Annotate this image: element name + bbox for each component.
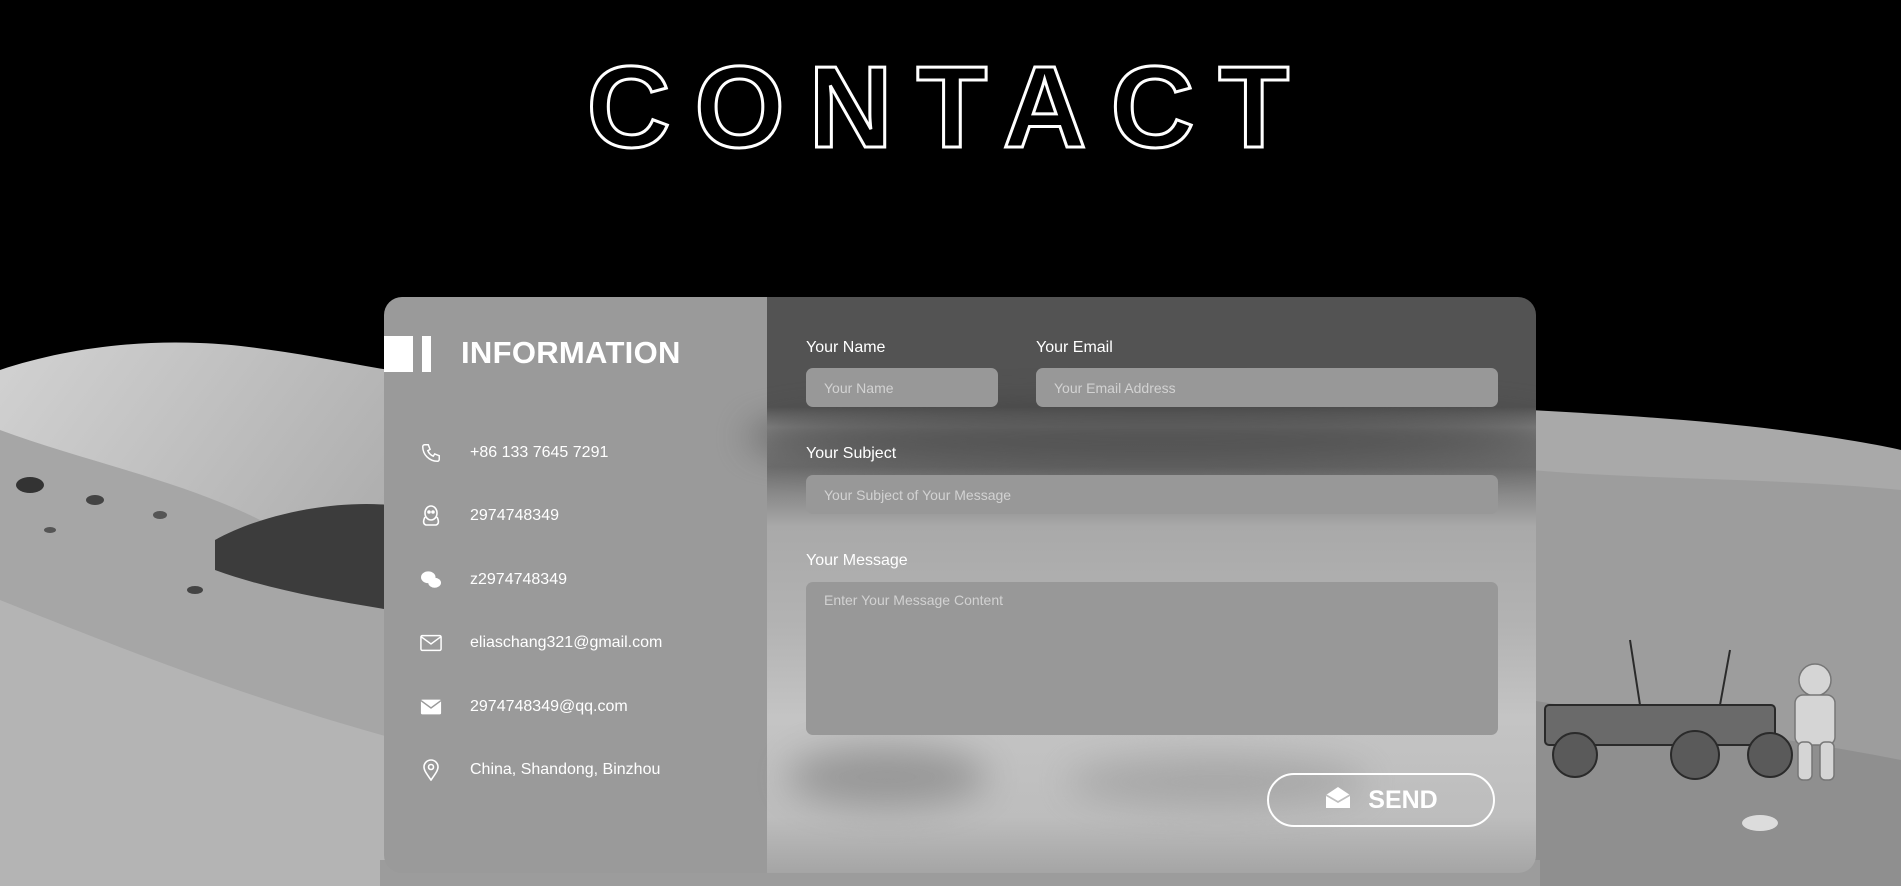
info-item-text: z2974748349 <box>470 571 567 588</box>
page-title: CONTACT <box>585 55 1313 155</box>
send-button[interactable]: SEND <box>1267 773 1495 827</box>
info-item-phone: +86 133 7645 7291 <box>418 439 748 467</box>
info-item-qq-email: 2974748349@qq.com <box>418 693 748 721</box>
mail-filled-icon <box>418 694 444 720</box>
heading-bar-mark <box>384 336 413 372</box>
mail-outline-icon <box>418 630 444 656</box>
info-item-text: 2974748349 <box>470 507 559 524</box>
email-input[interactable] <box>1036 368 1498 407</box>
name-input[interactable] <box>806 368 998 407</box>
info-item-email: eliaschang321@gmail.com <box>418 629 748 657</box>
info-item-text: +86 133 7645 7291 <box>470 444 609 461</box>
qq-icon <box>418 503 444 529</box>
information-panel: INFORMATION +86 133 7645 7291 2974748349 <box>384 297 767 873</box>
send-button-label: SEND <box>1368 785 1438 814</box>
email-label: Your Email <box>1036 339 1113 356</box>
message-textarea[interactable] <box>806 582 1498 735</box>
info-item-text: 2974748349@qq.com <box>470 698 628 715</box>
name-label: Your Name <box>806 339 886 356</box>
subject-label: Your Subject <box>806 445 897 462</box>
mail-open-icon <box>1324 785 1352 816</box>
info-item-text: eliaschang321@gmail.com <box>470 634 663 651</box>
blur-shape <box>787 747 987 807</box>
info-item-qq: 2974748349 <box>418 502 748 530</box>
info-item-text: China, Shandong, Binzhou <box>470 761 661 778</box>
location-pin-icon <box>418 757 444 783</box>
phone-icon <box>418 440 444 466</box>
contact-card: INFORMATION +86 133 7645 7291 2974748349 <box>384 297 1536 873</box>
information-heading: INFORMATION <box>461 335 681 370</box>
info-item-location: China, Shandong, Binzhou <box>418 756 748 784</box>
heading-bar-mark-thin <box>422 336 431 372</box>
wechat-icon <box>418 567 444 593</box>
subject-input[interactable] <box>806 475 1498 514</box>
message-label: Your Message <box>806 552 908 569</box>
info-item-wechat: z2974748349 <box>418 566 748 594</box>
page-title-text: CONTACT <box>587 55 1313 155</box>
